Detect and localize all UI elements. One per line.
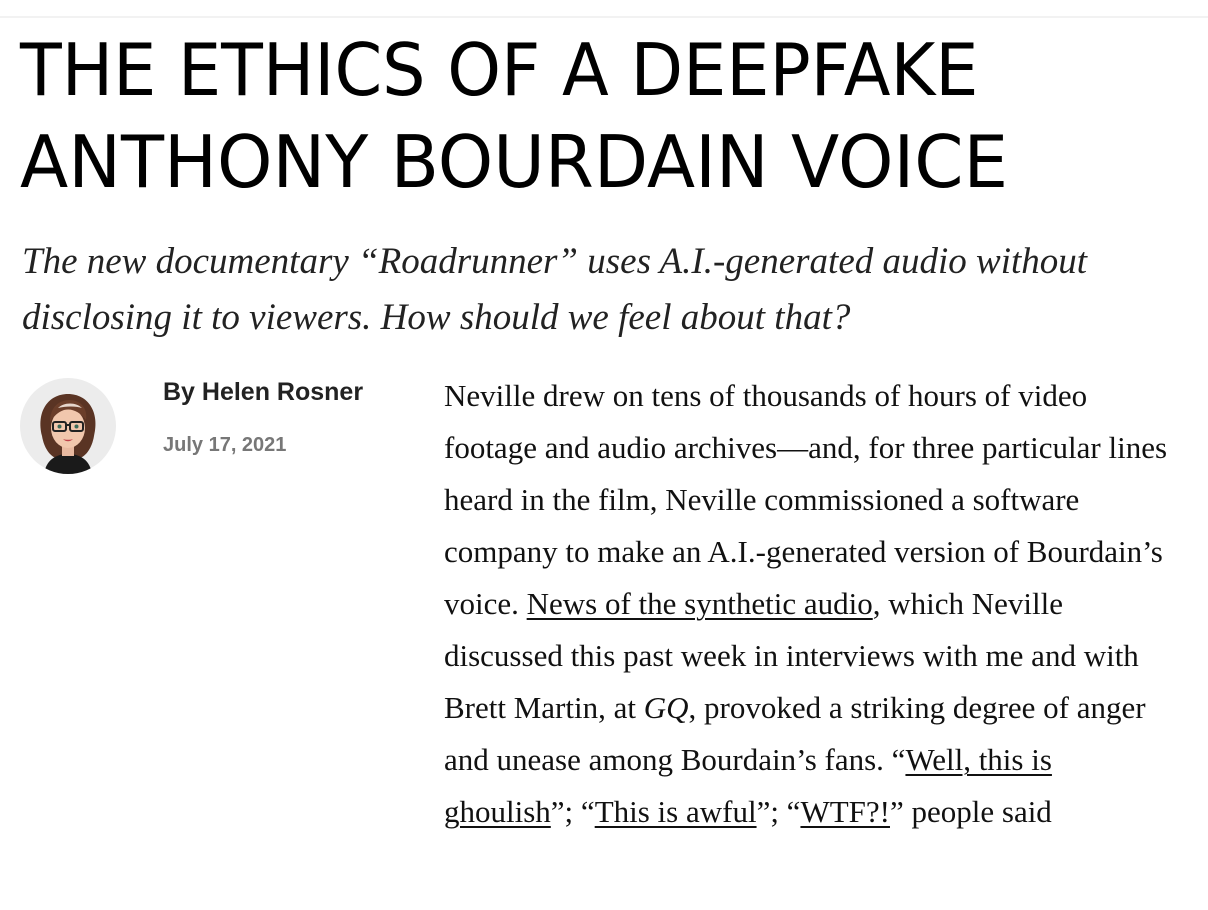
headline-line-2: ANTHONY BOURDAIN VOICE — [20, 120, 1009, 204]
author-illustration-icon — [40, 394, 96, 474]
body-text-segment: ”; “ — [550, 794, 595, 829]
article-headline: THE ETHICS OF A DEEPFAKE ANTHONY BOURDAI… — [20, 24, 1200, 208]
link-this-is-awful[interactable]: This is awful — [595, 794, 757, 829]
link-synthetic-audio[interactable]: News of the synthetic audio — [527, 586, 873, 621]
author-link[interactable]: Helen Rosner — [202, 378, 363, 406]
author-avatar[interactable] — [20, 378, 116, 474]
top-divider — [0, 16, 1208, 18]
headline-line-1: THE ETHICS OF A DEEPFAKE — [20, 28, 979, 112]
body-text-segment: ”; “ — [756, 794, 801, 829]
link-wtf[interactable]: WTF?! — [800, 794, 890, 829]
article-body-paragraph: Neville drew on tens of thousands of hou… — [444, 370, 1184, 838]
body-text-segment: ” people said — [889, 794, 1052, 829]
byline-prefix: By — [163, 378, 202, 406]
publish-date: July 17, 2021 — [163, 434, 287, 456]
byline: By Helen Rosner — [163, 378, 363, 407]
body-text-segment: Neville drew on tens of thousands of hou… — [444, 378, 1168, 621]
publication-name-gq: GQ — [643, 690, 689, 725]
article-dek: The new documentary “Roadrunner” uses A.… — [22, 241, 1088, 338]
